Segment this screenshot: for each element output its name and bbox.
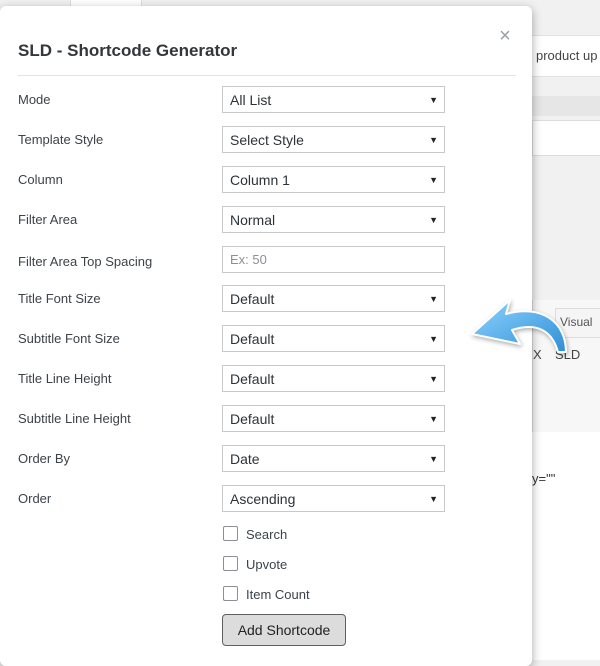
chevron-down-icon: ▼ (429, 334, 438, 344)
chevron-down-icon: ▼ (429, 374, 438, 384)
item-count-checkbox[interactable] (223, 586, 238, 601)
chevron-down-icon: ▼ (429, 175, 438, 185)
filter-area-label: Filter Area (18, 212, 78, 227)
subtitle-line-height-select[interactable]: Default ▼ (222, 405, 445, 432)
order-by-value: Date (230, 451, 260, 467)
background-bar (532, 96, 600, 116)
filter-area-top-spacing-label: Filter Area Top Spacing (18, 254, 153, 269)
search-checkbox-label: Search (246, 527, 288, 542)
background-code-snippet: y="" (532, 471, 556, 486)
order-by-label: Order By (18, 451, 71, 466)
close-icon[interactable]: × (495, 26, 515, 46)
modal-title: SLD - Shortcode Generator (18, 41, 238, 60)
upvote-checkbox-label: Upvote (246, 557, 288, 572)
template-style-value: Select Style (230, 132, 304, 148)
chevron-down-icon: ▼ (429, 414, 438, 424)
background-field (532, 120, 600, 156)
order-label: Order (18, 491, 52, 506)
title-line-height-value: Default (230, 371, 275, 387)
title-divider (18, 75, 516, 76)
filter-area-select[interactable]: Normal ▼ (222, 206, 445, 233)
chevron-down-icon: ▼ (429, 294, 438, 304)
order-by-select[interactable]: Date ▼ (222, 445, 445, 472)
shortcode-generator-modal: SLD - Shortcode Generator × Mode All Lis… (0, 6, 532, 666)
mode-select[interactable]: All List ▼ (222, 86, 445, 113)
chevron-down-icon: ▼ (429, 95, 438, 105)
search-checkbox[interactable] (223, 526, 238, 541)
curved-arrow-icon (471, 299, 567, 353)
title-font-size-label: Title Font Size (18, 291, 101, 306)
filter-area-value: Normal (230, 212, 276, 228)
chevron-down-icon: ▼ (429, 454, 438, 464)
filter-area-top-spacing-input[interactable]: Ex: 50 (222, 246, 445, 273)
subtitle-font-size-select[interactable]: Default ▼ (222, 325, 445, 352)
order-select[interactable]: Ascending ▼ (222, 485, 445, 512)
subtitle-line-height-label: Subtitle Line Height (18, 411, 131, 426)
title-font-size-select[interactable]: Default ▼ (222, 285, 445, 312)
chevron-down-icon: ▼ (429, 494, 438, 504)
column-select[interactable]: Column 1 ▼ (222, 166, 445, 193)
chevron-down-icon: ▼ (429, 215, 438, 225)
background-lower (532, 432, 600, 660)
title-line-height-select[interactable]: Default ▼ (222, 365, 445, 392)
upvote-checkbox[interactable] (223, 556, 238, 571)
item-count-checkbox-label: Item Count (246, 587, 310, 602)
subtitle-font-size-value: Default (230, 331, 275, 347)
column-label: Column (18, 172, 63, 187)
add-shortcode-button[interactable]: Add Shortcode (222, 614, 346, 646)
title-font-size-value: Default (230, 291, 275, 307)
subtitle-font-size-label: Subtitle Font Size (18, 331, 120, 346)
order-value: Ascending (230, 491, 296, 507)
mode-value: All List (230, 92, 272, 108)
template-style-select[interactable]: Select Style ▼ (222, 126, 445, 153)
template-style-label: Template Style (18, 132, 104, 147)
column-value: Column 1 (230, 172, 290, 188)
chevron-down-icon: ▼ (429, 135, 438, 145)
subtitle-line-height-value: Default (230, 411, 275, 427)
title-line-height-label: Title Line Height (18, 371, 112, 386)
background-notice-text: product up (536, 48, 598, 63)
mode-label: Mode (18, 92, 51, 107)
